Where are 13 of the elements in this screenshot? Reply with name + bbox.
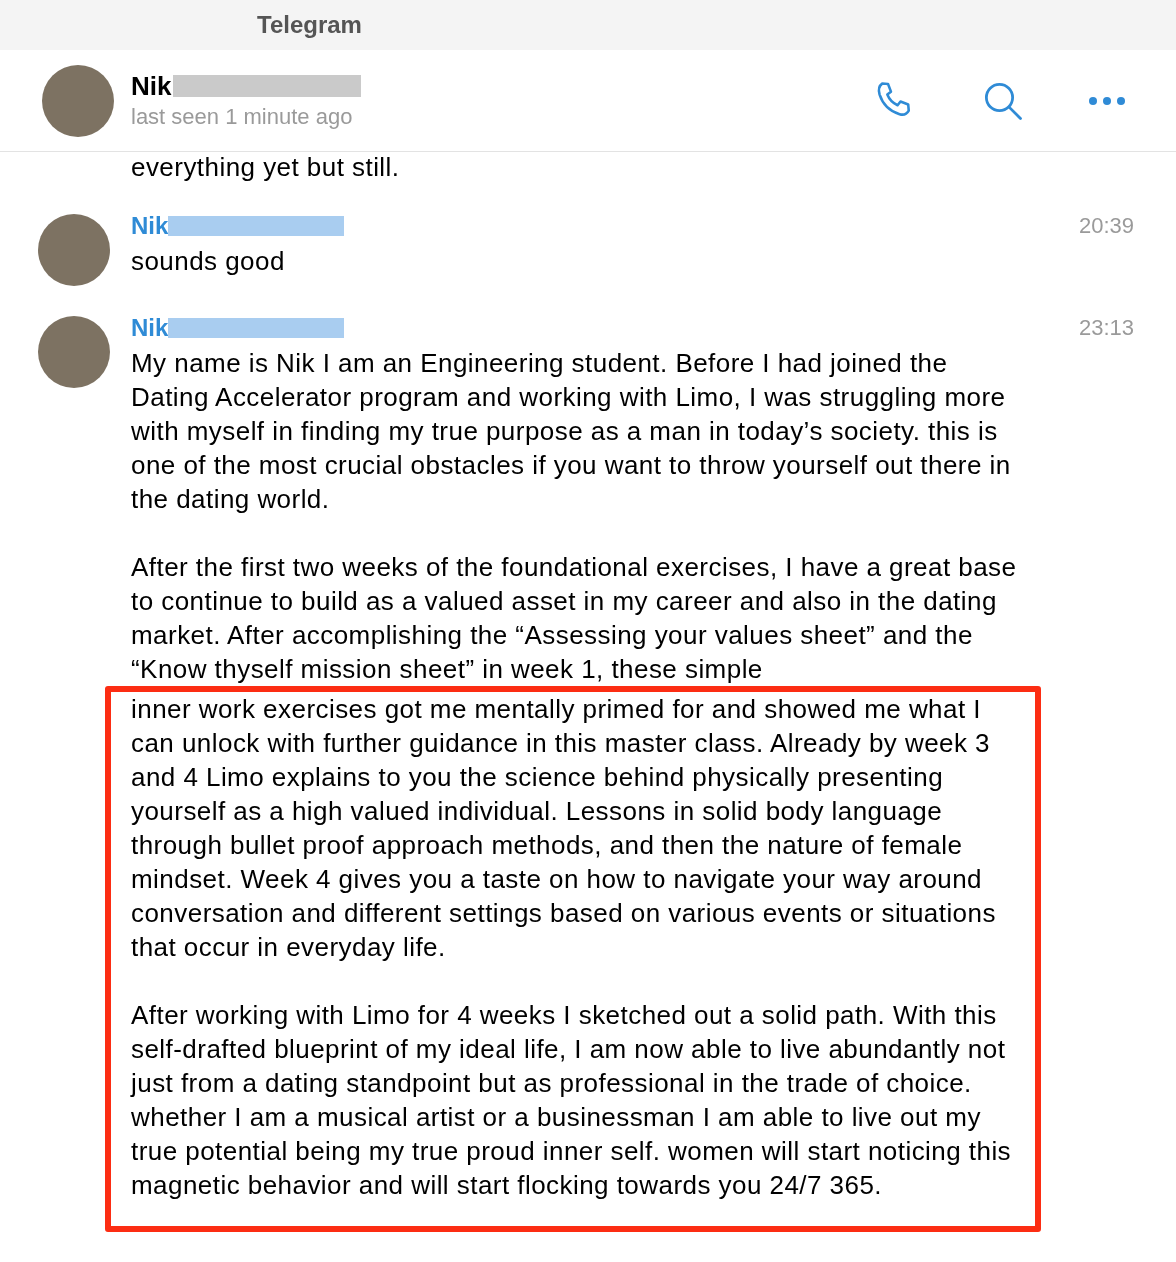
sender-name: Nik [131, 313, 169, 343]
message-text: everything yet but still. [131, 151, 401, 184]
message-time: 20:39 [1078, 212, 1134, 240]
message-text: My name is Nik I am an Engineering student. Before I had joined the Dating Accelerator program and working with Limo, I was struggling more with myself in finding my true purpose as a man in today’s society. this is one of the most crucial obstacles if you want to throw yourself out there in the dating world. [131, 347, 1012, 516]
last-seen-status: last seen 1 minute ago [131, 102, 354, 131]
message-text: After working with Limo for 4 weeks I sketched out a solid path. With this self-drafted blueprint of my ideal life, I am now able to live abundantly not just from a dating standpoint but as professional in the trade of choice. whether I am a musical artist or a businessman I am able to live out my true potential being my true proud inner self. women will start noticing this magnetic behavior and will start flocking towards you 24/7 365. [131, 999, 1013, 1202]
window-title: Telegram [257, 10, 362, 40]
message-time: 23:13 [1078, 314, 1134, 342]
sender-name: Nik [131, 211, 169, 241]
message-text: sounds good [131, 245, 286, 278]
more-icon[interactable] [1088, 95, 1126, 106]
contact-name: Nik [131, 69, 172, 102]
message-text: inner work exercises got me mentally primed for and showed me what I can unlock with further guidance in this master class. Already by week 3 and 4 Limo explains to you the science behind physically presenting yourself as a high valued individual. Lessons in solid body language through bullet proof approach methods, and then the nature of female mindset. Week 4 gives you a taste on how to navigate your way around conversation and different settings based on various events or situations that occur in everyday life. [131, 693, 997, 964]
